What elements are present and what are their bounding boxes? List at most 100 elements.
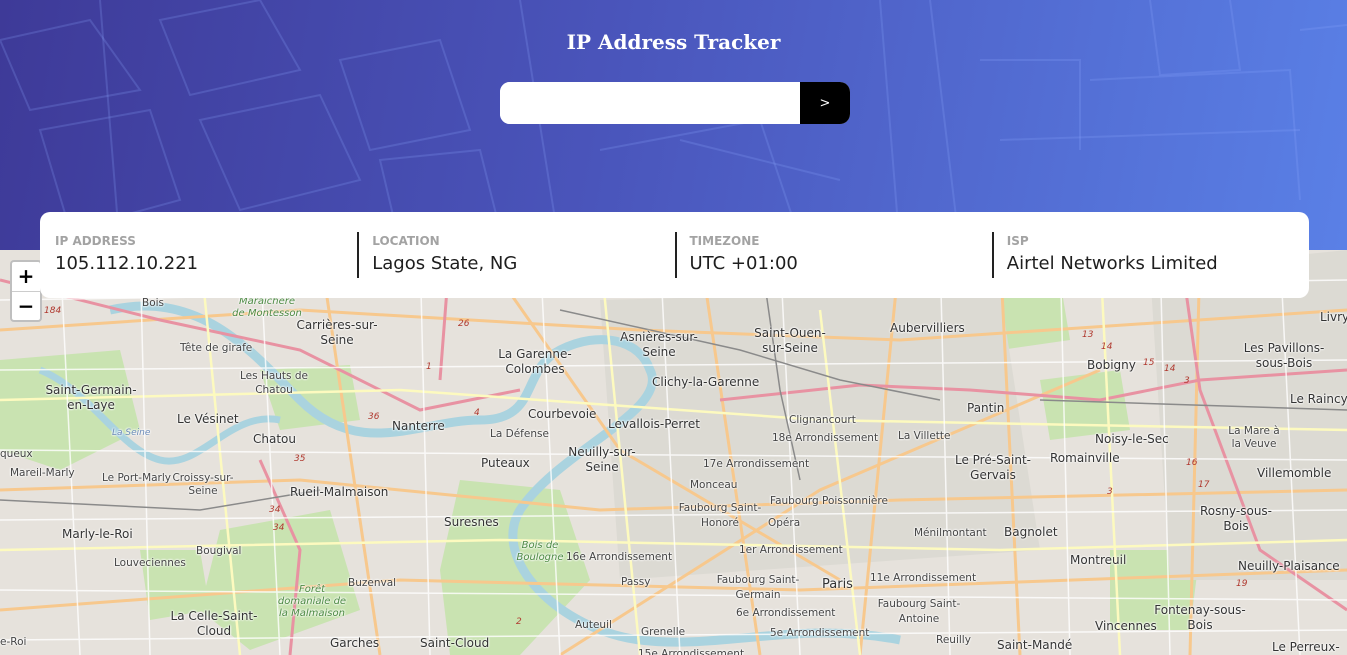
road-number: 14 xyxy=(1101,342,1113,352)
map-label-reuilly: Reuilly xyxy=(936,634,971,646)
map-label-queux: queux xyxy=(0,448,33,460)
location-section: LOCATION Lagos State, NG xyxy=(357,232,674,278)
ip-search-input[interactable] xyxy=(500,82,800,124)
map-label-monceau: Monceau xyxy=(690,479,738,491)
road-number: 3 xyxy=(1184,376,1190,386)
map-label-asnieres: Asnières-sur-Seine xyxy=(620,330,698,359)
map-label-pavillons: Les Pavillons-sous-Bois xyxy=(1243,341,1325,370)
road-number: 4 xyxy=(474,408,480,418)
map-label-suresnes: Suresnes xyxy=(444,515,499,529)
map-label-neuilly: Neuilly-sur-Seine xyxy=(568,445,636,474)
map-label-bois-boulogne: Bois de Boulogne xyxy=(516,540,564,563)
map-label-saint-mande: Saint-Mandé xyxy=(997,638,1073,652)
ip-info-card: IP ADDRESS 105.112.10.221 LOCATION Lagos… xyxy=(40,212,1309,298)
map-label-fontenay: Fontenay-sous-Bois xyxy=(1154,603,1246,632)
map-label-le-perreux: Le Perreux- xyxy=(1272,640,1340,654)
map-label-arr18: 18e Arrondissement xyxy=(772,432,879,444)
map-view[interactable]: Bois Maraîchère de Montesson Carrières-s… xyxy=(0,250,1347,655)
map-label-celle-cloud: La Celle-Saint-Cloud xyxy=(170,609,258,638)
map-label-opera: Opéra xyxy=(768,517,801,529)
location-label: LOCATION xyxy=(372,234,440,248)
ip-address-label: IP ADDRESS xyxy=(55,234,136,248)
map-label-la-mare: La Mare à la Veuve xyxy=(1228,425,1280,450)
map-label-grenelle: Grenelle xyxy=(641,626,686,638)
isp-value: Airtel Networks Limited xyxy=(1006,253,1218,274)
map-label-saint-cloud: Saint-Cloud xyxy=(420,636,490,650)
map-label-croissy: Croissy-sur-Seine xyxy=(172,472,234,497)
map-label-arr1: 1er Arrondissement xyxy=(739,544,843,556)
map-label-neuilly-plaisance: Neuilly-Plaisance xyxy=(1238,559,1340,573)
road-number: 36 xyxy=(368,412,380,422)
map-label-montreuil: Montreuil xyxy=(1070,553,1127,567)
map-label-bois: Bois xyxy=(142,297,165,309)
map-label-garches: Garches xyxy=(330,636,380,650)
map-label-la-garenne: La Garenne-Colombes xyxy=(498,347,572,376)
road-number: 34 xyxy=(273,523,285,533)
map-label-le-roi: e-Roi xyxy=(0,636,27,648)
map-tiles xyxy=(0,250,1347,655)
timezone-value: UTC +01:00 xyxy=(689,253,798,274)
road-number: 16 xyxy=(1186,458,1198,468)
road-number: 13 xyxy=(1082,330,1094,340)
map-label-passy: Passy xyxy=(621,576,651,588)
ip-address-value: 105.112.10.221 xyxy=(55,253,199,274)
map-label-noisy-sec: Noisy-le-Sec xyxy=(1095,432,1169,446)
map-label-pre-gervais: Le Pré-Saint-Gervais xyxy=(954,453,1032,482)
map-label-paris: Paris xyxy=(822,577,853,592)
road-number: 15 xyxy=(1143,358,1155,368)
map-label-la-villette: La Villette xyxy=(898,430,951,442)
road-number: 184 xyxy=(44,306,62,316)
map-label-arr11: 11e Arrondissement xyxy=(870,572,977,584)
map-label-carrieres: Carrières-sur-Seine xyxy=(296,318,378,347)
search-bar: > xyxy=(500,82,850,124)
map-label-bagnolet: Bagnolet xyxy=(1004,525,1058,539)
road-number: 2 xyxy=(516,617,522,627)
timezone-section: TIMEZONE UTC +01:00 xyxy=(674,232,992,278)
map-label-courbevoie: Courbevoie xyxy=(528,407,597,421)
map-label-louveciennes: Louveciennes xyxy=(114,557,186,569)
map-label-fbg-honore: Faubourg Saint-Honoré xyxy=(678,502,762,529)
map-label-la-defense: La Défense xyxy=(490,428,549,440)
map-label-levallois: Levallois-Perret xyxy=(608,417,700,431)
zoom-in-button[interactable]: + xyxy=(12,262,40,292)
location-value: Lagos State, NG xyxy=(372,253,518,274)
road-number: 34 xyxy=(269,505,281,515)
map-label-hauts-chatou: Les Hauts de Chatou xyxy=(240,370,308,396)
map-label-auteuil: Auteuil xyxy=(575,619,612,631)
isp-label: ISP xyxy=(1006,234,1029,248)
zoom-control: + − xyxy=(10,260,42,322)
ip-address-section: IP ADDRESS 105.112.10.221 xyxy=(40,232,357,278)
map-label-buzenval: Buzenval xyxy=(348,577,397,589)
road-number: 3 xyxy=(1107,487,1113,497)
map-label-arr5: 5e Arrondissement xyxy=(770,627,870,639)
search-submit-button[interactable]: > xyxy=(800,82,850,124)
road-number: 14 xyxy=(1164,364,1176,374)
map-label-saint-ouen: Saint-Ouen-sur-Seine xyxy=(754,326,826,355)
map-label-marly-roi: Marly-le-Roi xyxy=(62,527,133,541)
map-label-fbg-poissonniere: Faubourg Poissonnière xyxy=(770,495,888,507)
map-label-aubervilliers: Aubervilliers xyxy=(890,321,965,335)
map-label-romainville: Romainville xyxy=(1050,451,1120,465)
page-title: IP Address Tracker xyxy=(566,30,781,54)
road-number: 17 xyxy=(1198,480,1210,490)
map-label-foret-malmaison: Forêt domaniale de la Malmaison xyxy=(277,584,347,619)
road-number: 19 xyxy=(1236,579,1248,589)
map-label-bougival: Bougival xyxy=(196,545,242,557)
map-label-puteaux: Puteaux xyxy=(481,456,530,470)
map-label-chatou: Chatou xyxy=(253,432,296,446)
map-label-arr17: 17e Arrondissement xyxy=(703,458,810,470)
map-label-mareil: Mareil-Marly xyxy=(10,467,75,479)
map-label-clignancourt: Clignancourt xyxy=(789,414,856,426)
road-number: 35 xyxy=(294,454,306,464)
map-label-villemomble: Villemomble xyxy=(1257,466,1332,480)
road-number: 26 xyxy=(458,319,470,329)
map-label-nanterre: Nanterre xyxy=(392,419,445,433)
map-label-bobigny: Bobigny xyxy=(1087,358,1136,372)
map-label-port-marly: Le Port-Marly xyxy=(102,472,172,484)
road-number: 1 xyxy=(426,362,432,372)
map-label-rueil: Rueil-Malmaison xyxy=(290,485,389,499)
map-label-fbg-germain: Faubourg Saint-Germain xyxy=(716,574,800,601)
zoom-out-button[interactable]: − xyxy=(12,292,40,321)
map-label-clichy: Clichy-la-Garenne xyxy=(652,375,760,389)
map-label-arr6: 6e Arrondissement xyxy=(736,607,836,619)
